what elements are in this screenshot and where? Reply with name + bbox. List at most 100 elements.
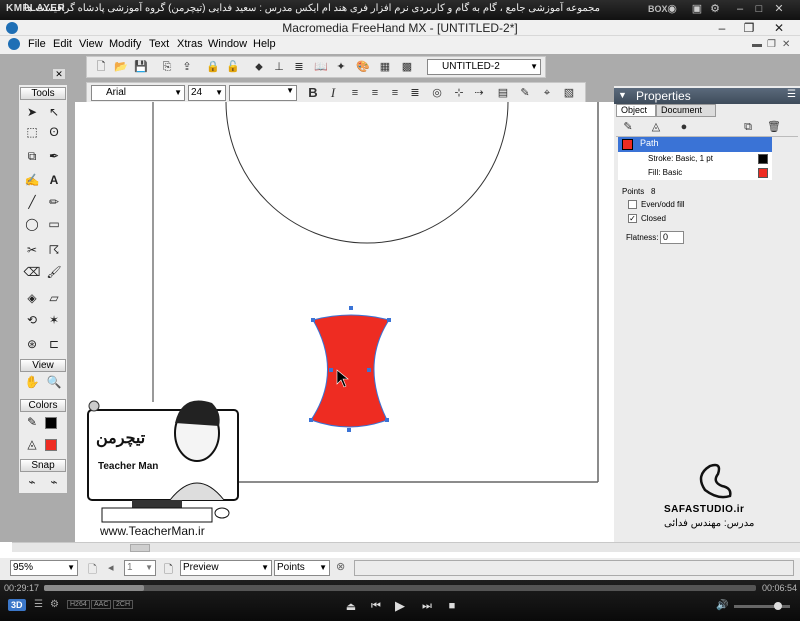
stop-icon[interactable]: ■ [445,600,459,612]
tab-document[interactable]: Document [656,104,716,117]
skin-icon[interactable]: ▣ [690,3,704,16]
style-select[interactable]: ▼ [229,85,297,101]
font-size-select[interactable]: 24 ▼ [188,85,226,101]
trace-tool-icon[interactable]: ✶ [44,311,64,330]
eyedropper-tool-icon[interactable]: ✒ [44,147,64,166]
menu-modify[interactable]: Modify [109,38,141,50]
lasso-tool-icon[interactable]: ʘ [44,123,64,142]
align-center-icon[interactable]: ≡ [367,85,383,101]
document-icon[interactable] [8,38,20,50]
unlock-icon[interactable]: 🔓 [225,59,241,75]
evenodd-checkbox[interactable] [628,200,637,209]
tab-object[interactable]: Object [616,104,656,117]
page-tool-icon[interactable]: ⬚ [22,123,42,142]
italic-button[interactable]: I [325,85,341,101]
align-icon[interactable]: ⊥ [271,59,287,75]
menu-file[interactable]: File [28,38,46,50]
menu-text[interactable]: Text [149,38,169,50]
view-mode-select[interactable]: Preview ▼ [180,560,272,576]
flatness-input[interactable]: 0 [660,231,684,244]
zoom-select[interactable]: 95% ▼ [10,560,78,576]
spelling-icon[interactable]: ✎ [517,85,533,101]
pencil-tool-icon[interactable]: ✏ [44,193,64,212]
previous-icon[interactable]: ⏮ [369,600,383,613]
playlist-icon[interactable]: ☰ [34,599,43,610]
knife-tool-icon[interactable]: ✂ [22,241,42,260]
text-wrap-icon[interactable]: ▧ [561,85,577,101]
tools-close-icon[interactable]: ✕ [52,68,66,80]
flow-text-icon[interactable]: ⇢ [471,85,487,101]
bold-button[interactable]: B [305,85,321,101]
path-row[interactable]: Path [618,137,772,152]
open-icon[interactable]: 📂 [113,59,129,75]
maximize-icon[interactable]: □ [752,3,766,16]
freeform-tool-icon[interactable]: ☈ [44,241,64,260]
menu-icon[interactable]: ⚙ [708,3,722,16]
text-editor-icon[interactable]: ▤ [495,85,511,101]
app-close-icon[interactable]: ✕ [765,21,793,35]
attach-text-icon[interactable]: ◎ [429,85,445,101]
pen-tool-icon[interactable]: ✍ [22,171,42,190]
styles-icon[interactable]: ✦ [333,59,349,75]
layers-icon[interactable]: ≣ [291,59,307,75]
collapse-icon[interactable]: ▼ [618,90,627,100]
pointer-tool-icon[interactable]: ➤ [22,103,42,122]
cancel-icon[interactable]: ⊗ [336,560,345,573]
import-icon[interactable]: ⎘ [159,59,175,75]
line-tool-icon[interactable]: ╱ [22,193,42,212]
properties-header[interactable]: ▼ Properties ☰ [614,88,800,104]
close-icon[interactable]: ✕ [772,3,786,16]
add-fill-icon[interactable]: ◬ [648,119,664,135]
rotate-tool-icon[interactable]: ⊛ [22,335,42,354]
fill-color-icon[interactable]: ◬ [22,435,42,454]
library-icon[interactable]: 📖 [313,59,329,75]
eject-icon[interactable]: ⏏ [344,600,358,613]
menu-help[interactable]: Help [253,38,276,50]
menu-edit[interactable]: Edit [53,38,72,50]
add-stroke-icon[interactable]: ✎ [620,119,636,135]
swatches-icon[interactable]: 🎨 [355,59,371,75]
minimize-icon[interactable]: – [733,3,747,16]
text-tool-icon[interactable]: A [44,171,64,190]
next-icon[interactable]: ⏭ [420,600,434,613]
hand-tool-icon[interactable]: ✋ [22,373,42,392]
page-next-icon[interactable]: 🗋 [164,561,173,580]
menu-view[interactable]: View [79,38,103,50]
eraser-tool-icon[interactable]: ⌫ [22,263,42,282]
snap-to-point-icon[interactable]: ⌁ [22,473,42,492]
group-icon[interactable]: ⬥ [251,59,267,75]
units-select[interactable]: Points ▼ [274,560,330,576]
doc-restore-icon[interactable]: ❐ [767,39,776,50]
rectangle-tool-icon[interactable]: ▭ [44,215,64,234]
3d-badge[interactable]: 3D [8,599,26,611]
blend-tool-icon[interactable]: ◈ [22,289,42,308]
skew-tool-icon[interactable]: ▱ [44,289,64,308]
fill-row[interactable]: Fill: Basic [618,166,772,180]
menu-window[interactable]: Window [208,38,247,50]
new-document-icon[interactable]: 🗋 [93,59,109,75]
ellipse-tool-icon[interactable]: ◯ [22,215,42,234]
duplicate-item-icon[interactable]: ⧉ [740,119,756,135]
reflect-tool-icon[interactable]: ⟲ [22,311,42,330]
settings-icon[interactable]: ⚙ [50,599,59,610]
scrollbar-thumb[interactable] [130,544,150,552]
remove-item-icon[interactable]: 🗑 [766,119,782,135]
play-icon[interactable]: ▶ [393,598,407,614]
page-select[interactable]: 1 ▼ [124,560,156,576]
horizontal-scrollbar[interactable] [12,542,800,552]
zoom-tool-icon[interactable]: 🔍 [44,373,64,392]
mixer-icon[interactable]: ▦ [377,59,393,75]
stroke-color-swatch[interactable] [45,417,57,429]
page-icon[interactable]: 🗋 [88,561,97,580]
scale-tool-icon[interactable]: ⧉ [22,147,42,166]
app-minimize-icon[interactable]: – [708,21,736,35]
volume-knob[interactable] [774,602,782,610]
font-select[interactable]: Arial ▼ [91,85,185,101]
lock-icon[interactable]: 🔒 [205,59,221,75]
navigation-icon[interactable]: ▩ [399,59,415,75]
align-right-icon[interactable]: ≡ [387,85,403,101]
pin-icon[interactable]: ◉ [665,3,679,16]
app-restore-icon[interactable]: ❐ [735,21,763,35]
closed-checkbox[interactable]: ✓ [628,214,637,223]
document-select[interactable]: UNTITLED-2 ▼ [427,59,541,75]
